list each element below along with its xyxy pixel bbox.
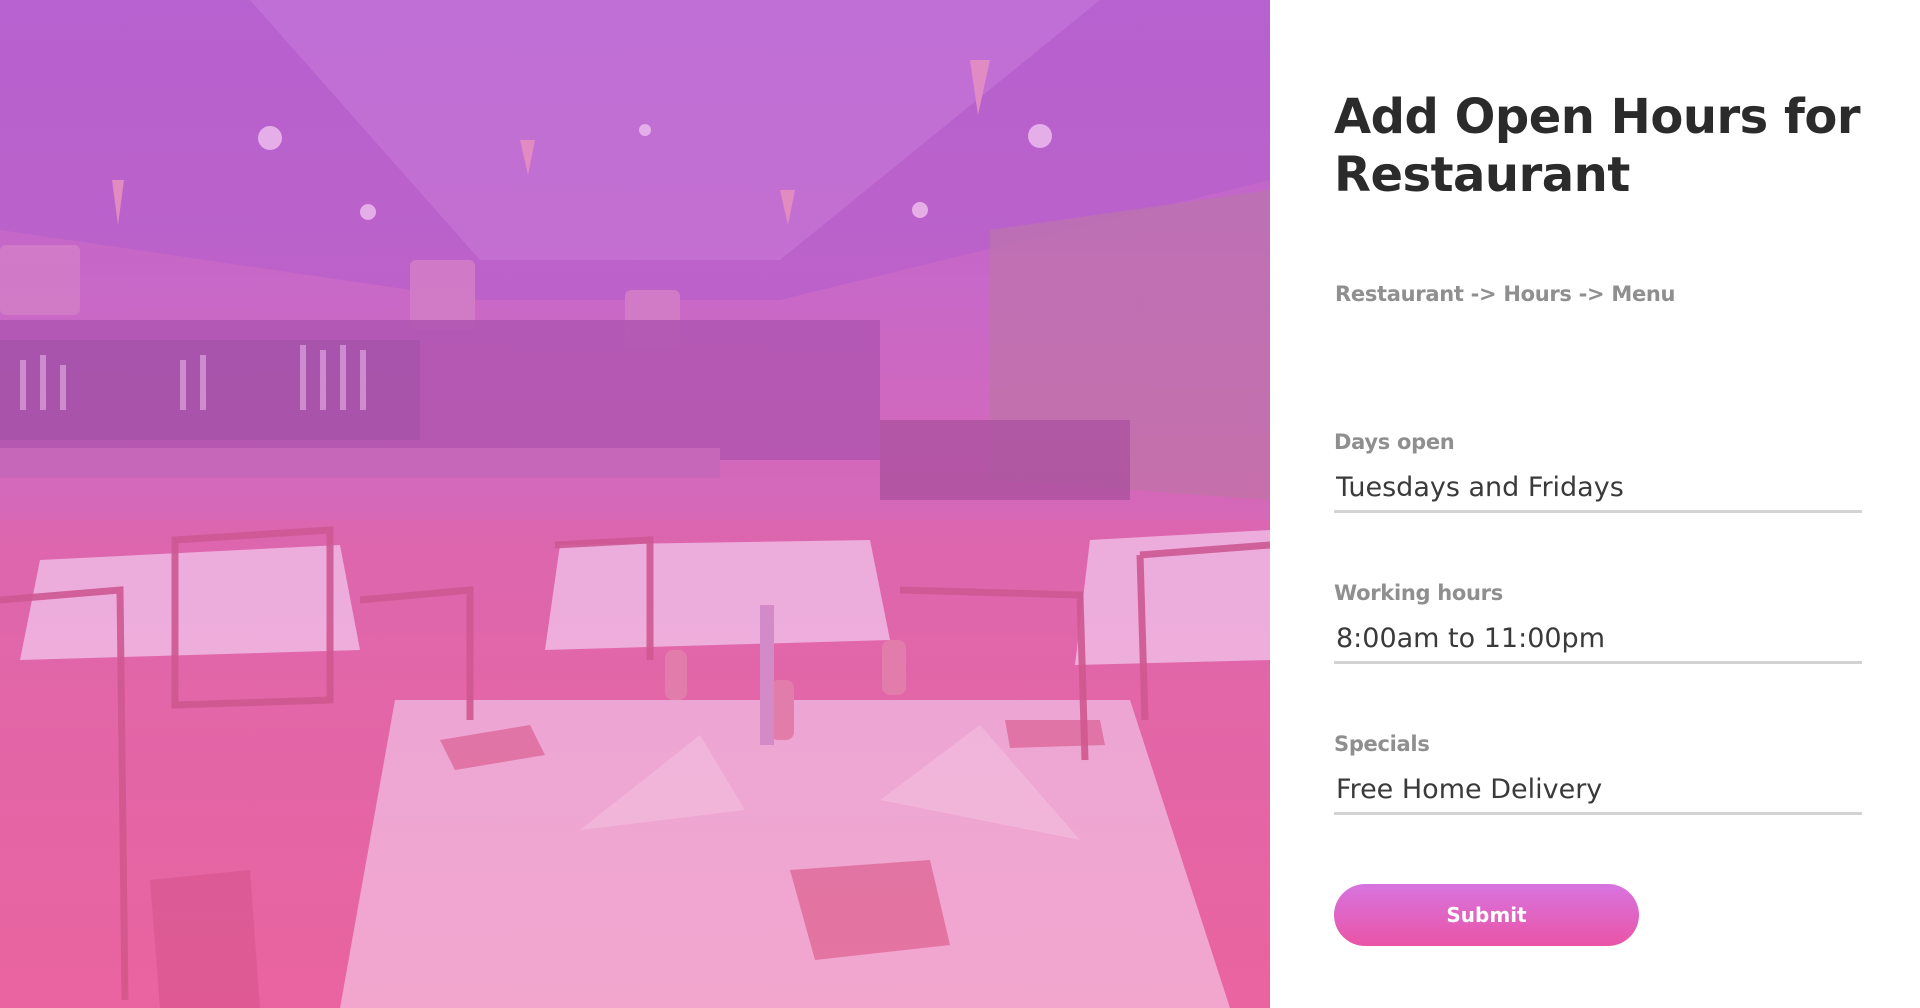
breadcrumb: Restaurant -> Hours -> Menu <box>1335 282 1676 306</box>
specials-input[interactable] <box>1334 766 1862 815</box>
form-panel: Add Open Hours for Restaurant Restaurant… <box>1270 0 1920 1008</box>
specials-field-group: Specials <box>1334 732 1862 815</box>
working-hours-input[interactable] <box>1334 615 1862 664</box>
restaurant-illustration <box>0 0 1270 1008</box>
days-open-input[interactable] <box>1334 464 1862 513</box>
working-hours-label: Working hours <box>1334 581 1503 605</box>
specials-label: Specials <box>1334 732 1430 756</box>
page-title: Add Open Hours for Restaurant <box>1334 89 1860 203</box>
submit-button[interactable]: Submit <box>1334 884 1639 946</box>
working-hours-field-group: Working hours <box>1334 581 1862 664</box>
hero-restaurant-image <box>0 0 1270 1008</box>
days-open-label: Days open <box>1334 430 1455 454</box>
days-open-field-group: Days open <box>1334 430 1862 513</box>
page: Add Open Hours for Restaurant Restaurant… <box>0 0 1920 1008</box>
